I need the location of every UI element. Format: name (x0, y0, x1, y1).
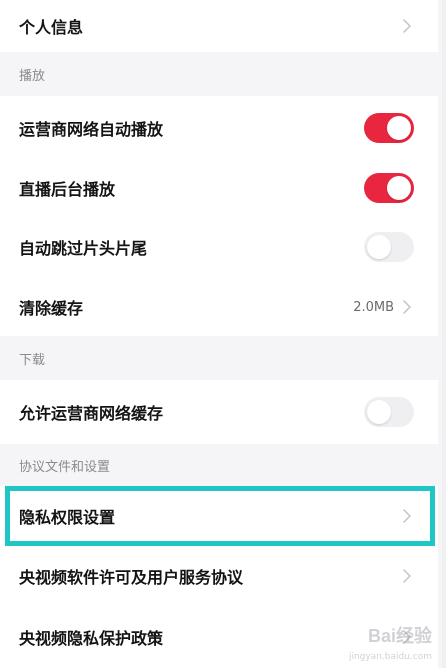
chevron-right-icon (400, 18, 414, 34)
row-label: 央视频软件许可及用户服务协议 (19, 568, 244, 587)
chevron-right-icon (400, 568, 414, 584)
row-label: 允许运营商网络缓存 (19, 404, 164, 423)
row-background-play[interactable]: 直播后台播放 (0, 160, 438, 216)
toggle-knob (387, 176, 411, 200)
row-label: 直播后台播放 (19, 180, 116, 199)
section-header-agreements: 协议文件和设置 (0, 444, 438, 486)
row-label: 清除缓存 (19, 299, 84, 318)
settings-screen: 个人信息 播放 运营商网络自动播放 直播后台播放 自动跳过片头片尾 清除缓存 2… (0, 0, 446, 668)
row-label: 个人信息 (19, 18, 84, 37)
row-privacy-settings[interactable]: 隐私权限设置 (0, 486, 438, 546)
carrier-autoplay-toggle[interactable] (364, 113, 414, 143)
section-title: 协议文件和设置 (19, 459, 111, 475)
row-label: 隐私权限设置 (19, 508, 116, 527)
chevron-right-icon (400, 299, 414, 315)
skip-intro-toggle[interactable] (364, 232, 414, 262)
row-label: 央视频隐私保护政策 (19, 629, 164, 648)
toggle-knob (387, 116, 411, 140)
row-label: 自动跳过片头片尾 (19, 239, 148, 258)
row-carrier-autoplay[interactable]: 运营商网络自动播放 (0, 96, 438, 160)
section-title: 播放 (19, 68, 46, 84)
row-label: 运营商网络自动播放 (19, 120, 164, 139)
baidu-watermark: Bai经验 jingyan.baidu.com (349, 622, 432, 662)
watermark-subtext: jingyan.baidu.com (348, 652, 432, 662)
section-title: 下载 (19, 352, 46, 368)
watermark-text: Bai经验 (367, 626, 432, 646)
chevron-right-icon (400, 508, 414, 524)
toggle-knob (367, 235, 391, 259)
section-header-download: 下载 (0, 336, 438, 380)
row-carrier-cache[interactable]: 允许运营商网络缓存 (0, 380, 438, 444)
row-clear-cache[interactable]: 清除缓存 2.0MB (0, 278, 438, 336)
cache-size-value: 2.0MB (353, 299, 394, 315)
row-skip-intro[interactable]: 自动跳过片头片尾 (0, 216, 438, 278)
background-play-toggle[interactable] (364, 173, 414, 203)
carrier-cache-toggle[interactable] (364, 397, 414, 427)
toggle-knob (367, 400, 391, 424)
row-personal-info[interactable]: 个人信息 (0, 0, 438, 52)
section-header-playback: 播放 (0, 52, 438, 96)
row-license-agreement[interactable]: 央视频软件许可及用户服务协议 (0, 546, 438, 606)
